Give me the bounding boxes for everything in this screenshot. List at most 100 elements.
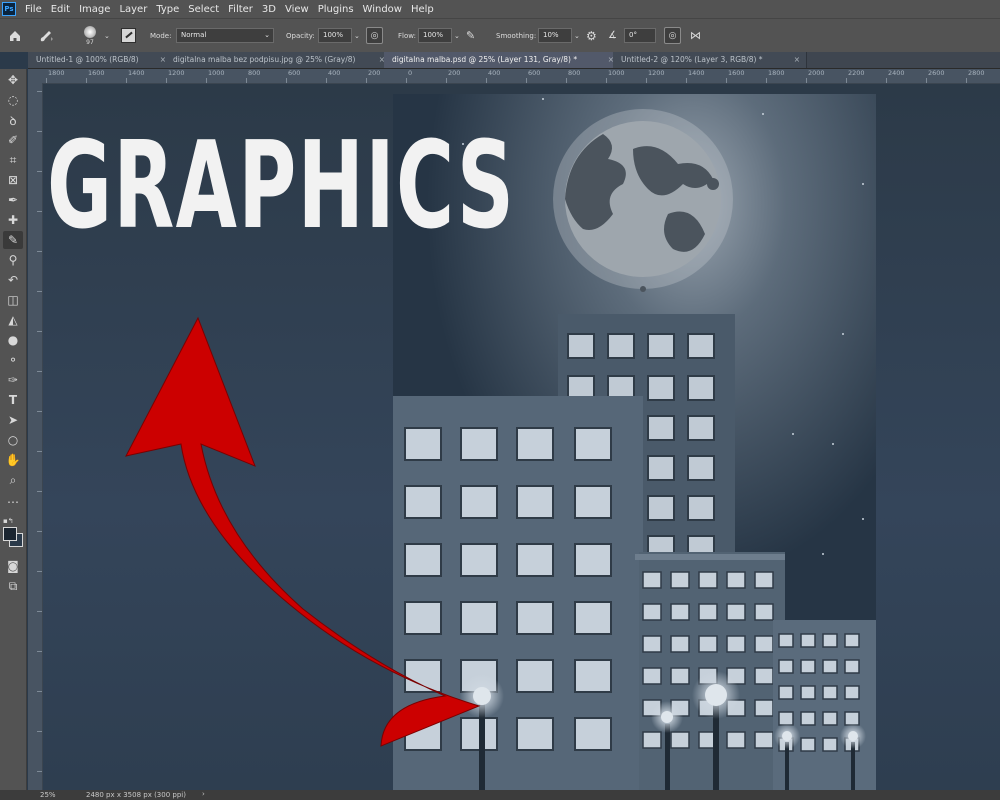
ruler-tick: [37, 651, 42, 652]
type-icon[interactable]: T: [3, 391, 23, 409]
ruler-tick: [286, 78, 287, 83]
lasso-icon[interactable]: ꝺ: [3, 111, 23, 129]
menu-filter[interactable]: Filter: [228, 4, 253, 15]
document-canvas[interactable]: GRAPHICS: [43, 84, 1000, 790]
ruler-tick: [37, 291, 42, 292]
healing-icon[interactable]: ✚: [3, 211, 23, 229]
ruler-tick: [886, 78, 887, 83]
chevron-down-icon[interactable]: ⌄: [104, 19, 110, 52]
status-menu-arrow-icon[interactable]: ›: [202, 790, 205, 798]
move-icon[interactable]: ✥: [3, 71, 23, 89]
ruler-tick: [446, 78, 447, 83]
ruler-tick: [37, 691, 42, 692]
ruler-label: 800: [248, 69, 261, 77]
tab-untitled-2[interactable]: Untitled-2 @ 120% (Layer 3, RGB/8) * ×: [613, 52, 807, 68]
symmetry-butterfly-icon[interactable]: ⋈: [690, 19, 701, 52]
stamp-icon[interactable]: ⚲: [3, 251, 23, 269]
flow-field[interactable]: 100% ⌄: [418, 19, 460, 52]
smoothing-field[interactable]: 10% ⌄: [538, 19, 580, 52]
ruler-tick: [37, 91, 42, 92]
ruler-label: 600: [528, 69, 541, 77]
airbrush-icon[interactable]: ✎: [466, 19, 475, 52]
menu-select[interactable]: Select: [188, 4, 219, 15]
paint-bucket-icon[interactable]: ◭: [3, 311, 23, 329]
ellipse-icon[interactable]: ○: [3, 431, 23, 449]
tab-digitalna-malba-psd[interactable]: digitalna malba.psd @ 25% (Layer 131, Gr…: [384, 52, 621, 68]
menu-type[interactable]: Type: [156, 4, 179, 15]
dodge-icon[interactable]: ⚬: [3, 351, 23, 369]
home-icon[interactable]: [8, 19, 22, 52]
angle-icon[interactable]: ∡: [608, 19, 617, 52]
opacity-label: Opacity:: [286, 31, 315, 40]
ruler-tick: [806, 78, 807, 83]
menu-file[interactable]: File: [25, 4, 42, 15]
photoshop-logo-icon[interactable]: Ps: [2, 2, 16, 16]
marquee-icon[interactable]: ◌: [3, 91, 23, 109]
menu-image[interactable]: Image: [79, 4, 110, 15]
pressure-opacity-icon[interactable]: ◎: [366, 19, 383, 52]
mode-label: Mode:: [150, 31, 172, 40]
ruler-label: 1400: [688, 69, 705, 77]
more-icon[interactable]: ⋯: [3, 493, 23, 511]
ruler-tick: [926, 78, 927, 83]
tab-label: Untitled-1 @ 100% (RGB/8): [36, 55, 139, 64]
ruler-label: 1000: [208, 69, 225, 77]
ruler-label: 1200: [168, 69, 185, 77]
angle-field[interactable]: 0°: [624, 19, 656, 52]
ruler-tick: [37, 331, 42, 332]
brush-size-picker[interactable]: 97: [84, 19, 96, 52]
mode-dropdown[interactable]: Normal ⌄: [176, 19, 274, 52]
colors-icon[interactable]: ▪↰: [3, 515, 23, 549]
blur-icon[interactable]: ●: [3, 331, 23, 349]
ruler-tick: [686, 78, 687, 83]
tab-untitled-1[interactable]: Untitled-1 @ 100% (RGB/8) ×: [28, 52, 173, 68]
tab-digitalna-malba-jpg[interactable]: digitalna malba bez podpisu.jpg @ 25% (G…: [165, 52, 392, 68]
smoothing-label: Smoothing:: [496, 31, 537, 40]
ruler-label: 1000: [608, 69, 625, 77]
pressure-size-icon[interactable]: ◎: [664, 19, 681, 52]
screen-mode-icon[interactable]: ⧉: [3, 577, 23, 595]
ruler-label: 200: [368, 69, 381, 77]
crop-icon[interactable]: ⌗: [3, 151, 23, 169]
menu-layer[interactable]: Layer: [119, 4, 147, 15]
menu-help[interactable]: Help: [411, 4, 434, 15]
close-icon[interactable]: ×: [794, 52, 800, 68]
ruler-label: 2800: [968, 69, 985, 77]
zoom-level[interactable]: 25%: [40, 791, 56, 799]
zoom-icon[interactable]: ⌕: [3, 471, 23, 489]
ruler-tick: [406, 78, 407, 83]
ruler-tick: [37, 251, 42, 252]
frame-icon[interactable]: ⊠: [3, 171, 23, 189]
opacity-field[interactable]: 100% ⌄: [318, 19, 360, 52]
menu-window[interactable]: Window: [363, 4, 402, 15]
chevron-down-icon[interactable]: ⌄: [354, 32, 360, 40]
vertical-ruler[interactable]: [28, 83, 43, 790]
menu-view[interactable]: View: [285, 4, 309, 15]
document-info[interactable]: 2480 px x 3508 px (300 ppi): [86, 791, 186, 799]
gear-icon[interactable]: ⚙: [586, 19, 597, 52]
brush-settings-panel-icon[interactable]: [121, 19, 136, 52]
menu-plugins[interactable]: Plugins: [318, 4, 354, 15]
quick-mask-icon[interactable]: ◙: [3, 557, 23, 575]
hand-icon[interactable]: ✋: [3, 451, 23, 469]
flow-label: Flow:: [398, 31, 416, 40]
menu-edit[interactable]: Edit: [51, 4, 70, 15]
ruler-label: 400: [488, 69, 501, 77]
pen-icon[interactable]: ✑: [3, 371, 23, 389]
brush-icon[interactable]: ✎: [3, 231, 23, 249]
chevron-down-icon[interactable]: ⌄: [454, 32, 460, 40]
chevron-down-icon[interactable]: ⌄: [574, 32, 580, 40]
menu-3d[interactable]: 3D: [262, 4, 276, 15]
ruler-tick: [37, 531, 42, 532]
horizontal-ruler[interactable]: 1800 1600 1400 1200 1000 800 600 400 200 0 200 400 6…: [28, 69, 1000, 84]
building-left: [393, 396, 643, 790]
quick-select-icon[interactable]: ✐: [3, 131, 23, 149]
ruler-label: 1200: [648, 69, 665, 77]
history-brush-icon[interactable]: ↶: [3, 271, 23, 289]
path-select-icon[interactable]: ➤: [3, 411, 23, 429]
eraser-icon[interactable]: ◫: [3, 291, 23, 309]
building-right-mid: [635, 552, 785, 790]
ruler-tick: [566, 78, 567, 83]
brush-tool-preset-icon[interactable]: [38, 19, 54, 52]
eyedropper-icon[interactable]: ✒: [3, 191, 23, 209]
